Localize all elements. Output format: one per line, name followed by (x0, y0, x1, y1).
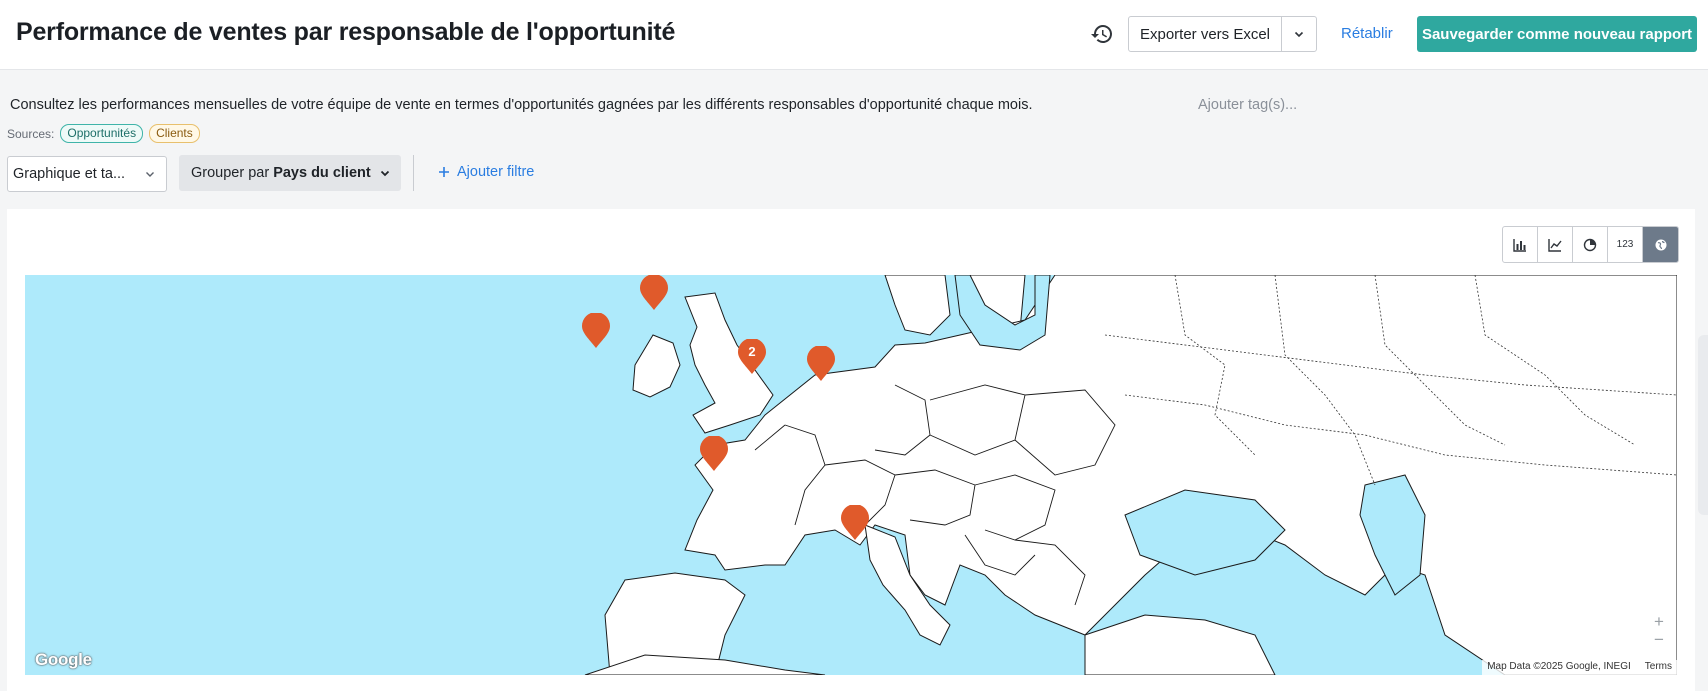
map-icon[interactable] (1643, 227, 1678, 262)
google-logo: Google (35, 650, 92, 669)
top-bar: Performance de ventes par responsable de… (0, 0, 1708, 70)
group-by-value: Pays du client (273, 165, 371, 181)
map-marker-ireland[interactable] (581, 312, 611, 349)
map-marker-france[interactable] (699, 435, 729, 472)
export-dropdown-toggle[interactable] (1282, 17, 1316, 51)
add-filter-label: Ajouter filtre (457, 164, 535, 180)
toolbar-divider (413, 155, 414, 191)
source-chip-clients: Clients (149, 124, 200, 143)
page-title: Performance de ventes par responsable de… (16, 18, 676, 46)
plus-icon (439, 167, 449, 177)
marker-count: 2 (748, 344, 756, 359)
sources-label: Sources: (7, 126, 55, 141)
map-data-credit: Map Data ©2025 Google, INEGI (1487, 661, 1631, 672)
chart-type-switcher: 123 (1502, 226, 1679, 263)
save-as-new-report-button[interactable]: Sauvegarder comme nouveau rapport (1417, 16, 1697, 52)
map-zoom-controls: + − (1647, 613, 1671, 653)
map-marker-uk[interactable] (639, 275, 669, 311)
add-tags-input[interactable]: Ajouter tag(s)... (1198, 97, 1297, 113)
map-marker-italy[interactable] (840, 504, 870, 541)
export-excel-button[interactable]: Exporter vers Excel (1129, 17, 1282, 51)
history-icon[interactable] (1090, 22, 1114, 46)
add-filter-button[interactable]: Ajouter filtre (438, 164, 534, 180)
line-chart-icon[interactable] (1538, 227, 1573, 262)
map-marker-cluster-benelux[interactable]: 2 (737, 338, 767, 375)
chevron-down-icon (1294, 31, 1304, 38)
chevron-down-icon (146, 172, 154, 177)
pie-chart-icon[interactable] (1573, 227, 1608, 262)
map-attribution: Map Data ©2025 Google, INEGI Terms (1482, 660, 1677, 675)
map-view[interactable]: 2 Google + − Map Data ©2025 Google, INEG… (25, 275, 1677, 675)
zoom-in-button[interactable]: + (1647, 613, 1671, 631)
sources-row: Sources: Opportunités Clients (7, 124, 200, 143)
map-marker-germany[interactable] (806, 345, 836, 382)
side-panel-handle[interactable] (1698, 335, 1708, 515)
map-terms-link[interactable]: Terms (1645, 661, 1672, 674)
group-by-dropdown[interactable]: Grouper par Pays du client (179, 155, 401, 191)
view-mode-select[interactable]: Graphique et ta... (7, 156, 167, 192)
bar-chart-icon[interactable] (1503, 227, 1538, 262)
group-by-prefix: Grouper par (191, 165, 270, 181)
zoom-out-button[interactable]: − (1647, 631, 1671, 649)
source-chip-opportunites: Opportunités (60, 124, 144, 143)
reset-button[interactable]: Rétablir (1341, 25, 1393, 42)
number-icon[interactable]: 123 (1608, 227, 1643, 262)
report-description: Consultez les performances mensuelles de… (10, 97, 1033, 113)
view-mode-value: Graphique et ta... (13, 166, 126, 182)
chevron-down-icon (380, 170, 389, 177)
europe-landmass (584, 275, 1677, 675)
export-button-group: Exporter vers Excel (1128, 16, 1317, 52)
